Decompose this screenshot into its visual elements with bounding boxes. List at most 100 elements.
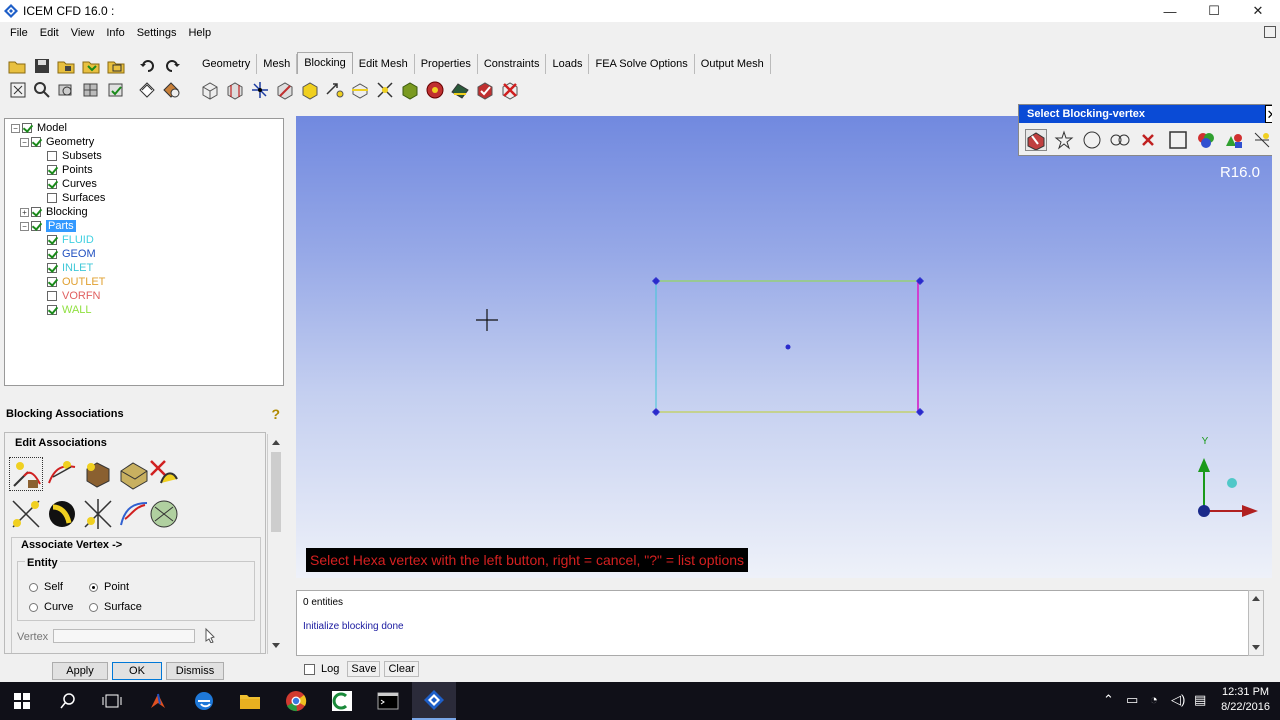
group-curves-icon[interactable] (147, 497, 181, 531)
tab-properties[interactable]: Properties (415, 54, 478, 74)
ansys-icon[interactable] (136, 682, 180, 720)
block-checks-icon[interactable] (475, 80, 495, 100)
tree-item-part[interactable]: VORFN (47, 289, 101, 303)
menu-help[interactable]: Help (182, 27, 217, 39)
radio-indicator[interactable] (29, 582, 38, 592)
select-circle-icon[interactable] (1081, 129, 1103, 151)
open-project-icon[interactable] (7, 56, 27, 76)
radio-self[interactable]: Self (29, 581, 63, 593)
radio-indicator[interactable] (89, 602, 98, 612)
menu-view[interactable]: View (65, 27, 101, 39)
start-button[interactable] (0, 682, 44, 720)
redo-icon[interactable] (162, 56, 182, 76)
log-checkbox[interactable] (304, 663, 315, 675)
associate-vertex-icon[interactable] (9, 457, 43, 491)
tree-item-part[interactable]: FLUID (47, 233, 94, 247)
radio-point[interactable]: Point (89, 581, 129, 593)
minimize-button[interactable]: — (1148, 0, 1192, 22)
tree-item-geometry[interactable]: − Geometry (20, 135, 94, 149)
ok-button[interactable]: OK (112, 662, 162, 680)
tab-edit-mesh[interactable]: Edit Mesh (353, 54, 415, 74)
split-block-icon[interactable] (225, 80, 245, 100)
tree-item-part[interactable]: GEOM (47, 247, 96, 261)
tree-item-curves[interactable]: Curves (47, 177, 97, 191)
icem-cfd-taskbar-icon[interactable] (412, 682, 456, 720)
tree-item-parts[interactable]: − Parts (20, 219, 76, 233)
checkbox-icon[interactable] (47, 165, 57, 175)
toggle-full-partial-icon[interactable] (1109, 129, 1131, 151)
auto-fit-curve-icon[interactable] (117, 497, 151, 531)
checkbox-icon[interactable] (47, 179, 57, 189)
menu-info[interactable]: Info (100, 27, 130, 39)
camtasia-icon[interactable] (320, 682, 364, 720)
file-explorer-icon[interactable] (228, 682, 272, 720)
shade-icon[interactable] (162, 80, 182, 100)
pre-mesh-params-icon[interactable] (400, 80, 420, 100)
collapse-icon[interactable]: − (11, 123, 20, 133)
tree-item-subsets[interactable]: Subsets (47, 149, 102, 163)
block-center-point[interactable] (785, 344, 791, 350)
tab-fea-solve-options[interactable]: FEA Solve Options (589, 54, 695, 74)
apply-button[interactable]: Apply (52, 662, 108, 680)
disassociate-icon[interactable] (147, 457, 181, 491)
cancel-selection-icon[interactable] (1137, 129, 1159, 151)
radio-indicator[interactable] (89, 582, 98, 592)
tree-item-part[interactable]: INLET (47, 261, 93, 275)
checkbox-icon[interactable] (47, 277, 57, 287)
delete-block-icon[interactable] (500, 80, 520, 100)
radio-surface[interactable]: Surface (89, 601, 142, 613)
select-item-icon[interactable] (1025, 129, 1047, 151)
snap-project-vertices-icon[interactable] (9, 497, 43, 531)
chrome-icon[interactable] (274, 682, 318, 720)
measure-distance-icon[interactable] (56, 80, 76, 100)
move-vertex-icon[interactable] (325, 80, 345, 100)
collapse-icon[interactable]: − (20, 221, 29, 231)
checkbox-icon[interactable] (47, 263, 57, 273)
checkbox-icon[interactable] (31, 137, 41, 147)
checkbox-icon[interactable] (31, 207, 41, 217)
menu-file[interactable]: File (4, 27, 34, 39)
search-icon[interactable] (46, 682, 90, 720)
tree-item-blocking[interactable]: + Blocking (20, 205, 88, 219)
select-cursor-icon[interactable] (203, 627, 219, 646)
battery-icon[interactable]: ▭ (1126, 692, 1138, 708)
close-button[interactable]: ✕ (1236, 0, 1280, 22)
select-all-icon[interactable] (1251, 129, 1273, 151)
open-blocking-icon[interactable] (106, 56, 126, 76)
checkbox-icon[interactable] (22, 123, 32, 133)
task-view-icon[interactable] (90, 682, 134, 720)
zoom-box-icon[interactable] (32, 80, 52, 100)
select-by-part-icon[interactable] (1195, 129, 1217, 151)
checkbox-icon[interactable] (31, 221, 41, 231)
volume-icon[interactable]: ◁) (1171, 692, 1185, 708)
message-scrollbar[interactable] (1248, 590, 1264, 656)
radio-curve[interactable]: Curve (29, 601, 73, 613)
pre-mesh-quality-icon[interactable] (425, 80, 445, 100)
tab-geometry[interactable]: Geometry (196, 54, 258, 74)
checkbox-icon[interactable] (47, 193, 57, 203)
wifi-icon[interactable]: ◔ (1150, 692, 1158, 707)
select-all-visible-icon[interactable] (1223, 129, 1245, 151)
reset-associations-icon[interactable] (81, 497, 115, 531)
pre-mesh-smooth-icon[interactable] (450, 80, 470, 100)
checkbox-icon[interactable] (47, 305, 57, 315)
menu-edit[interactable]: Edit (34, 27, 65, 39)
associate-edge-curve-icon[interactable] (45, 457, 79, 491)
display-solid-icon[interactable] (106, 80, 126, 100)
open-geometry-icon[interactable] (56, 56, 76, 76)
checkbox-icon[interactable] (47, 249, 57, 259)
window-scrollbar[interactable] (1272, 44, 1280, 684)
select-box-icon[interactable] (1167, 129, 1189, 151)
tab-mesh[interactable]: Mesh (257, 54, 298, 74)
message-window[interactable]: 0 entities Initialize blocking done (296, 590, 1264, 656)
checkbox-icon[interactable] (47, 151, 57, 161)
clear-log-button[interactable]: Clear (384, 661, 419, 677)
checkbox-icon[interactable] (47, 291, 57, 301)
associate-edge-surface-icon[interactable] (81, 457, 115, 491)
dismiss-button[interactable]: Dismiss (166, 662, 224, 680)
save-project-icon[interactable] (32, 56, 52, 76)
radio-indicator[interactable] (29, 602, 38, 612)
select-polygon-icon[interactable] (1053, 129, 1075, 151)
menu-settings[interactable]: Settings (131, 27, 183, 39)
tab-blocking[interactable]: Blocking (297, 52, 353, 74)
